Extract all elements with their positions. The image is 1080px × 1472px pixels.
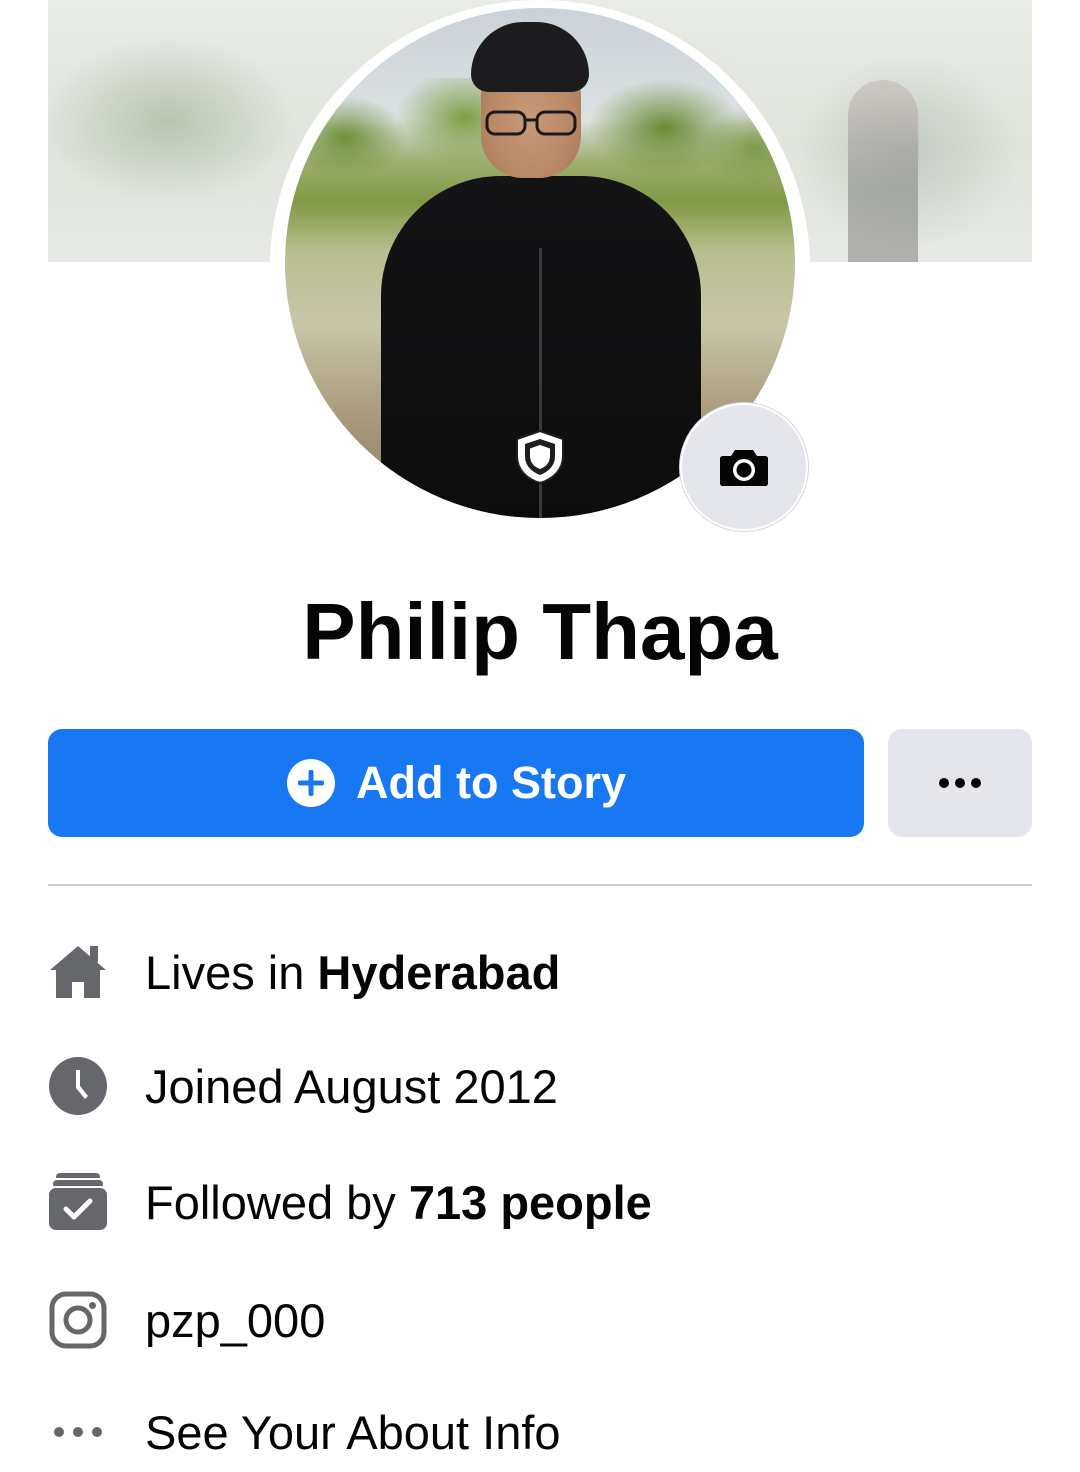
detail-instagram-text: pzp_000 — [145, 1293, 326, 1347]
add-to-story-button[interactable]: Add to Story — [48, 729, 864, 837]
detail-instagram[interactable]: pzp_000 — [48, 1280, 1032, 1360]
plus-circle-icon — [287, 759, 335, 807]
instagram-icon — [48, 1290, 108, 1350]
lives-in-prefix: Lives in — [145, 945, 318, 999]
followers-count: 713 people — [408, 1175, 652, 1229]
camera-icon — [720, 450, 768, 486]
glasses — [485, 110, 577, 136]
add-to-story-label: Add to Story — [356, 757, 626, 808]
detail-followed-by[interactable]: Followed by 713 people — [48, 1162, 1032, 1242]
detail-joined-text: Joined August 2012 — [145, 1059, 558, 1113]
more-dots-icon — [48, 1402, 108, 1462]
detail-joined: Joined August 2012 — [48, 1046, 1032, 1126]
person-hair — [471, 22, 589, 92]
detail-followed-by-text: Followed by 713 people — [145, 1175, 652, 1230]
more-options-button[interactable] — [888, 729, 1032, 837]
followers-icon — [48, 1172, 108, 1232]
home-icon — [48, 942, 108, 1002]
followed-by-prefix: Followed by — [145, 1175, 409, 1229]
lives-in-city: Hyderabad — [317, 945, 561, 999]
detail-lives-in-text: Lives in Hyderabad — [145, 945, 560, 1000]
change-profile-picture-button[interactable] — [680, 403, 808, 531]
divider — [48, 884, 1032, 886]
cover-photo-person — [848, 80, 918, 262]
profile-name: Philip Thapa — [302, 587, 778, 676]
detail-lives-in[interactable]: Lives in Hyderabad — [48, 932, 1032, 1012]
profile-guard-shield-icon — [516, 429, 564, 485]
clock-icon — [48, 1056, 108, 1116]
see-about-info-text: See Your About Info — [145, 1405, 561, 1459]
more-horizontal-icon — [939, 778, 981, 788]
see-about-info[interactable]: See Your About Info — [48, 1392, 1032, 1472]
